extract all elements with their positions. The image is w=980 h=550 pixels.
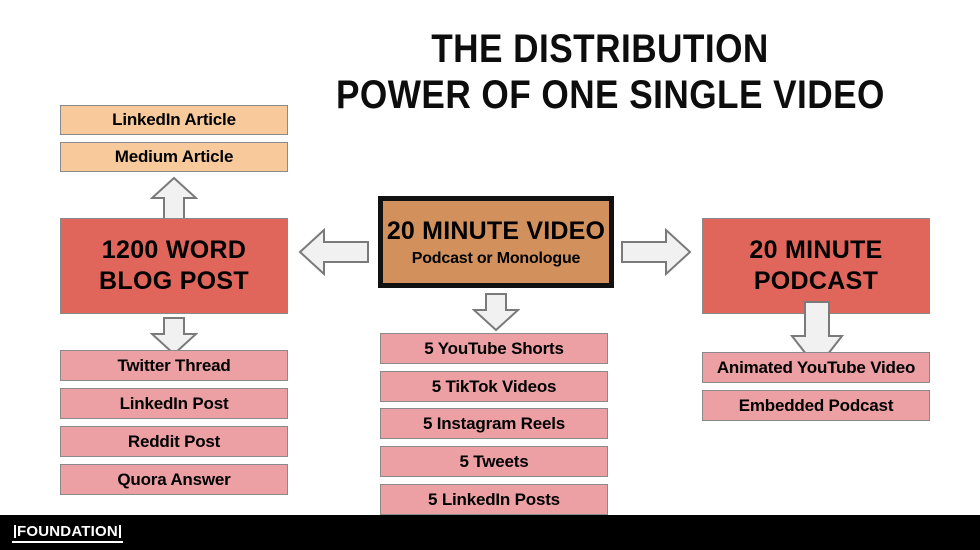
center-output-instagram-reels: 5 Instagram Reels xyxy=(380,408,608,439)
center-output-youtube-shorts: 5 YouTube Shorts xyxy=(380,333,608,364)
logo-text: FOUNDATION xyxy=(17,523,118,540)
left-hub-line-2: BLOG POST xyxy=(99,267,249,295)
title-line-1: THE DISTRIBUTION xyxy=(431,27,769,71)
center-output-tiktok-videos: 5 TikTok Videos xyxy=(380,371,608,402)
center-hero-subline: Podcast or Monologue xyxy=(411,249,581,267)
left-output-twitter-thread: Twitter Thread xyxy=(60,350,288,381)
arrow-down-hero-to-outputs xyxy=(472,292,520,332)
center-hero-headline: 20 MINUTE VIDEO xyxy=(386,216,606,245)
logo-left-bracket-bar xyxy=(14,525,16,538)
right-hub-line-2: PODCAST xyxy=(753,267,879,295)
left-output-linkedin-post: LinkedIn Post xyxy=(60,388,288,419)
arrow-up-left-to-articles xyxy=(150,176,198,221)
title-line-2: POWER OF ONE SINGLE VIDEO xyxy=(336,73,885,117)
infographic-canvas: THE DISTRIBUTION POWER OF ONE SINGLE VID… xyxy=(0,0,980,550)
left-output-quora-answer: Quora Answer xyxy=(60,464,288,495)
arrow-left-hero-to-blog xyxy=(298,228,370,276)
left-hub-line-1: 1200 WORD xyxy=(101,236,247,264)
right-output-embedded-podcast: Embedded Podcast xyxy=(702,390,930,421)
right-output-animated-youtube-video: Animated YouTube Video xyxy=(702,352,930,383)
center-output-tweets: 5 Tweets xyxy=(380,446,608,477)
footer-bar: FOUNDATION xyxy=(0,515,980,550)
arrow-right-hero-to-podcast xyxy=(620,228,692,276)
left-upstream-linkedin-article: LinkedIn Article xyxy=(60,105,288,135)
logo-right-bracket-bar xyxy=(118,525,121,538)
right-hub-line-1: 20 MINUTE xyxy=(749,236,883,264)
left-upstream-medium-article: Medium Article xyxy=(60,142,288,172)
center-hero-text: 20 MINUTE VIDEO Podcast or Monologue xyxy=(387,217,605,268)
foundation-logo: FOUNDATION xyxy=(12,523,123,543)
left-hub-blog-post: 1200 WORD BLOG POST xyxy=(60,218,288,314)
page-title: THE DISTRIBUTION POWER OF ONE SINGLE VID… xyxy=(336,26,885,118)
center-output-linkedin-posts: 5 LinkedIn Posts xyxy=(380,484,608,515)
left-output-reddit-post: Reddit Post xyxy=(60,426,288,457)
center-hero-video: 20 MINUTE VIDEO Podcast or Monologue xyxy=(378,196,614,288)
